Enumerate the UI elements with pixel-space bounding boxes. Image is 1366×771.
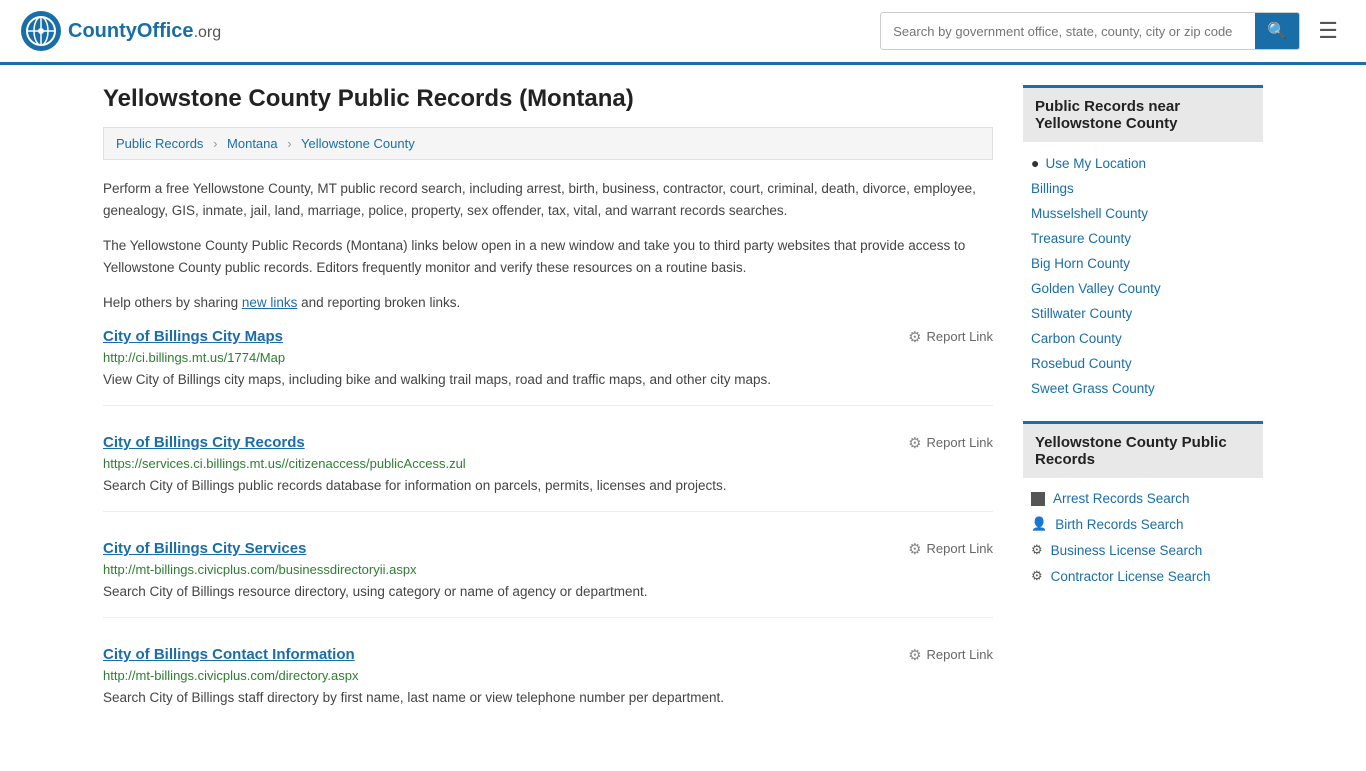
- report-icon-1: ⚙: [908, 434, 921, 452]
- birth-records-item: 👤 Birth Records Search: [1023, 511, 1263, 537]
- records-header: Yellowstone County Public Records: [1023, 421, 1263, 478]
- menu-button[interactable]: ☰: [1310, 14, 1346, 48]
- birth-records-icon: 👤: [1031, 516, 1047, 532]
- record-url-2: http://mt-billings.civicplus.com/busines…: [103, 562, 993, 577]
- sidebar-item-billings: Billings: [1023, 176, 1263, 201]
- contractor-license-item: ⚙ Contractor License Search: [1023, 563, 1263, 589]
- location-dot-icon: ●: [1031, 155, 1039, 171]
- nearby-link-billings[interactable]: Billings: [1031, 181, 1074, 196]
- record-header-0: City of Billings City Maps ⚙ Report Link: [103, 328, 993, 346]
- nearby-link-rosebud[interactable]: Rosebud County: [1031, 356, 1132, 371]
- main-container: Yellowstone County Public Records (Monta…: [83, 65, 1283, 771]
- report-link-label-0: Report Link: [927, 329, 993, 344]
- header: CountyOffice.org 🔍 ☰: [0, 0, 1366, 65]
- page-title: Yellowstone County Public Records (Monta…: [103, 85, 993, 113]
- contractor-license-link[interactable]: Contractor License Search: [1051, 569, 1211, 584]
- content-area: Yellowstone County Public Records (Monta…: [103, 85, 993, 751]
- nearby-link-treasure[interactable]: Treasure County: [1031, 231, 1131, 246]
- arrest-records-item: Arrest Records Search: [1023, 486, 1263, 511]
- search-input[interactable]: [881, 16, 1255, 47]
- record-url-0: http://ci.billings.mt.us/1774/Map: [103, 350, 993, 365]
- sidebar-item-stillwater: Stillwater County: [1023, 301, 1263, 326]
- report-icon-3: ⚙: [908, 646, 921, 664]
- report-icon-0: ⚙: [908, 328, 921, 346]
- sidebar-item-rosebud: Rosebud County: [1023, 351, 1263, 376]
- use-location-link[interactable]: Use My Location: [1045, 156, 1146, 171]
- description-3-before: Help others by sharing: [103, 295, 242, 310]
- record-title-1[interactable]: City of Billings City Records: [103, 434, 305, 451]
- business-license-item: ⚙ Business License Search: [1023, 537, 1263, 563]
- logo-area: CountyOffice.org: [20, 10, 221, 52]
- records-section: Yellowstone County Public Records Arrest…: [1023, 421, 1263, 589]
- record-entry-2: City of Billings City Services ⚙ Report …: [103, 540, 993, 618]
- record-desc-3: Search City of Billings staff directory …: [103, 688, 993, 709]
- sidebar-item-goldenvalley: Golden Valley County: [1023, 276, 1263, 301]
- report-link-button-2[interactable]: ⚙ Report Link: [908, 540, 993, 558]
- record-desc-1: Search City of Billings public records d…: [103, 476, 993, 497]
- report-link-button-0[interactable]: ⚙ Report Link: [908, 328, 993, 346]
- record-entry-3: City of Billings Contact Information ⚙ R…: [103, 646, 993, 723]
- new-links-link[interactable]: new links: [242, 295, 298, 310]
- report-link-button-3[interactable]: ⚙ Report Link: [908, 646, 993, 664]
- record-header-3: City of Billings Contact Information ⚙ R…: [103, 646, 993, 664]
- search-button[interactable]: 🔍: [1255, 13, 1299, 49]
- report-link-label-1: Report Link: [927, 435, 993, 450]
- birth-records-link[interactable]: Birth Records Search: [1055, 517, 1183, 532]
- breadcrumb-sep-1: ›: [213, 136, 217, 151]
- record-url-3: http://mt-billings.civicplus.com/directo…: [103, 668, 993, 683]
- record-entry-1: City of Billings City Records ⚙ Report L…: [103, 434, 993, 512]
- search-icon: 🔍: [1267, 23, 1287, 40]
- sidebar-item-sweetgrass: Sweet Grass County: [1023, 376, 1263, 401]
- sidebar-item-bighorn: Big Horn County: [1023, 251, 1263, 276]
- search-bar: 🔍: [880, 12, 1300, 50]
- business-license-icon: ⚙: [1031, 542, 1043, 558]
- nearby-link-bighorn[interactable]: Big Horn County: [1031, 256, 1130, 271]
- business-license-link[interactable]: Business License Search: [1051, 543, 1203, 558]
- contractor-license-icon: ⚙: [1031, 568, 1043, 584]
- nearby-section: Public Records near Yellowstone County ●…: [1023, 85, 1263, 401]
- record-desc-0: View City of Billings city maps, includi…: [103, 370, 993, 391]
- report-link-button-1[interactable]: ⚙ Report Link: [908, 434, 993, 452]
- sidebar-item-treasure: Treasure County: [1023, 226, 1263, 251]
- nearby-link-goldenvalley[interactable]: Golden Valley County: [1031, 281, 1161, 296]
- header-right: 🔍 ☰: [880, 12, 1346, 50]
- use-location-item: ● Use My Location: [1023, 150, 1263, 176]
- logo-text: CountyOffice.org: [68, 20, 221, 43]
- arrest-records-link[interactable]: Arrest Records Search: [1053, 491, 1190, 506]
- nearby-link-sweetgrass[interactable]: Sweet Grass County: [1031, 381, 1155, 396]
- report-icon-2: ⚙: [908, 540, 921, 558]
- sidebar-item-carbon: Carbon County: [1023, 326, 1263, 351]
- arrest-records-icon: [1031, 492, 1045, 506]
- record-title-2[interactable]: City of Billings City Services: [103, 540, 306, 557]
- record-desc-2: Search City of Billings resource directo…: [103, 582, 993, 603]
- breadcrumb-montana[interactable]: Montana: [227, 136, 278, 151]
- record-header-1: City of Billings City Records ⚙ Report L…: [103, 434, 993, 452]
- description-2: The Yellowstone County Public Records (M…: [103, 235, 993, 278]
- report-link-label-2: Report Link: [927, 541, 993, 556]
- hamburger-icon: ☰: [1318, 18, 1338, 43]
- nearby-link-carbon[interactable]: Carbon County: [1031, 331, 1122, 346]
- breadcrumb-yellowstone[interactable]: Yellowstone County: [301, 136, 415, 151]
- breadcrumb: Public Records › Montana › Yellowstone C…: [103, 127, 993, 160]
- record-url-1: https://services.ci.billings.mt.us//citi…: [103, 456, 993, 471]
- nearby-link-stillwater[interactable]: Stillwater County: [1031, 306, 1132, 321]
- record-entry-0: City of Billings City Maps ⚙ Report Link…: [103, 328, 993, 406]
- record-header-2: City of Billings City Services ⚙ Report …: [103, 540, 993, 558]
- site-logo-icon: [20, 10, 62, 52]
- nearby-header: Public Records near Yellowstone County: [1023, 85, 1263, 142]
- record-title-3[interactable]: City of Billings Contact Information: [103, 646, 355, 663]
- sidebar-item-musselshell: Musselshell County: [1023, 201, 1263, 226]
- breadcrumb-sep-2: ›: [287, 136, 291, 151]
- nearby-link-musselshell[interactable]: Musselshell County: [1031, 206, 1148, 221]
- description-3: Help others by sharing new links and rep…: [103, 292, 993, 314]
- description-1: Perform a free Yellowstone County, MT pu…: [103, 178, 993, 221]
- report-link-label-3: Report Link: [927, 647, 993, 662]
- record-title-0[interactable]: City of Billings City Maps: [103, 328, 283, 345]
- records-list: City of Billings City Maps ⚙ Report Link…: [103, 328, 993, 723]
- breadcrumb-public-records[interactable]: Public Records: [116, 136, 203, 151]
- description-3-after: and reporting broken links.: [297, 295, 460, 310]
- sidebar: Public Records near Yellowstone County ●…: [1023, 85, 1263, 751]
